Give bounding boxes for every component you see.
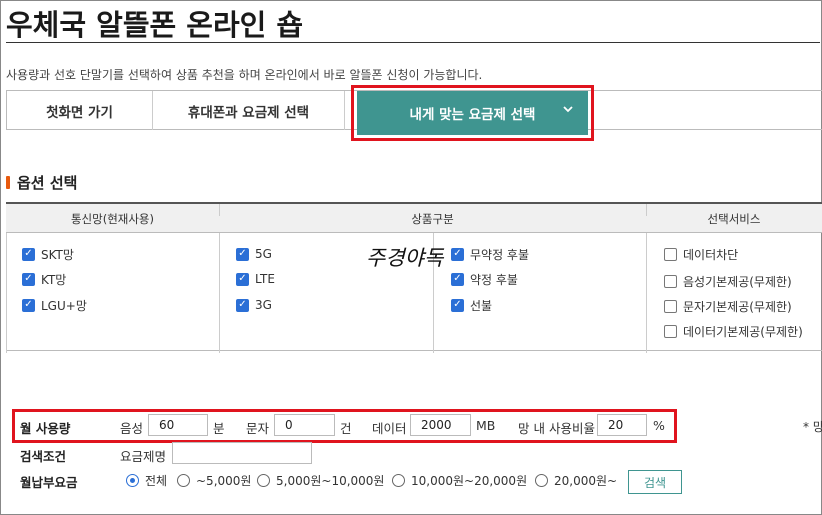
radio-fee-under-5000[interactable]: ~5,000원: [177, 472, 251, 489]
radio-unselected-icon: [257, 474, 270, 487]
sms-input[interactable]: 0: [274, 414, 335, 436]
radio-unselected-icon: [535, 474, 548, 487]
sms-unit: 건: [340, 421, 352, 436]
voice-input[interactable]: 60: [148, 414, 208, 436]
radio-fee-over-20000[interactable]: 20,000원~: [535, 472, 617, 489]
checkbox-checked-icon: ✓: [236, 272, 249, 286]
divider: [646, 204, 647, 216]
checkbox-label: 무약정 후불: [470, 247, 530, 262]
checkbox-checked-icon: ✓: [22, 247, 35, 261]
radio-label: 20,000원~: [554, 474, 618, 488]
checkbox-unchecked-icon: [664, 247, 677, 261]
divider: [219, 233, 220, 353]
data-unit: MB: [476, 418, 496, 433]
title-divider: [6, 42, 820, 43]
checkbox-label: 데이터기본제공(무제한): [683, 324, 803, 339]
tab-recommend-label: 내게 맞는 요금제 선택: [409, 107, 536, 123]
checkbox-checked-icon: ✓: [451, 247, 464, 261]
usage-label: 월 사용량: [20, 421, 71, 436]
page-title: 우체국 알뜰폰 온라인 숍: [6, 8, 304, 42]
radio-unselected-icon: [392, 474, 405, 487]
checkbox-gen-5g[interactable]: ✓ 5G: [236, 246, 272, 262]
plan-name-input[interactable]: [172, 442, 312, 464]
radio-fee-all[interactable]: 전체: [126, 472, 167, 489]
watermark-text: 주경야독: [366, 246, 444, 270]
checkbox-service-voice-unlimited[interactable]: 음성기본제공(무제한): [664, 273, 792, 289]
ratio-label: 망 내 사용비율: [518, 421, 595, 436]
checkbox-label: LGU+망: [41, 298, 87, 313]
checkbox-contract-prepaid[interactable]: ✓ 선불: [451, 297, 492, 313]
header-service: 선택서비스: [707, 211, 761, 226]
intro-text: 사용량과 선호 단말기를 선택하여 상품 추천을 하며 온라인에서 바로 알뜰폰…: [6, 68, 483, 82]
divider: [6, 233, 7, 353]
side-note: * 망: [803, 420, 822, 434]
radio-label: 전체: [145, 474, 168, 488]
data-label: 데이터: [372, 421, 407, 436]
checkbox-label: KT망: [41, 272, 67, 287]
tab-home[interactable]: 첫화면 가기: [6, 91, 153, 130]
checkbox-label: SKT망: [41, 247, 74, 262]
checkbox-service-data-unlimited[interactable]: 데이터기본제공(무제한): [664, 323, 803, 339]
data-input[interactable]: 2000: [410, 414, 471, 436]
checkbox-checked-icon: ✓: [451, 298, 464, 312]
search-button[interactable]: 검색: [628, 470, 682, 494]
checkbox-gen-3g[interactable]: ✓ 3G: [236, 297, 272, 313]
plan-name-label: 요금제명: [120, 449, 167, 464]
search-condition-label: 검색조건: [20, 449, 67, 464]
tab-recommend-highlight: 내게 맞는 요금제 선택: [351, 85, 594, 141]
checkbox-network-skt[interactable]: ✓ SKT망: [22, 246, 74, 262]
checkbox-label: 3G: [255, 298, 272, 312]
header-product-type: 상품구분: [411, 211, 454, 226]
radio-selected-icon: [126, 474, 139, 487]
voice-label: 음성: [120, 421, 144, 436]
voice-unit: 분: [213, 421, 225, 436]
tab-recommend[interactable]: 내게 맞는 요금제 선택: [357, 91, 588, 135]
chevron-down-icon: [562, 103, 574, 119]
checkbox-checked-icon: ✓: [22, 298, 35, 312]
ratio-input[interactable]: 20: [597, 414, 647, 436]
checkbox-checked-icon: ✓: [451, 272, 464, 286]
checkbox-network-kt[interactable]: ✓ KT망: [22, 271, 66, 287]
options-section-title: 옵션 선택: [17, 174, 78, 192]
checkbox-label: 약정 후불: [470, 272, 518, 287]
checkbox-gen-lte[interactable]: ✓ LTE: [236, 271, 275, 287]
checkbox-label: 문자기본제공(무제한): [683, 299, 792, 314]
options-table-header: 통신망(현재사용) 상품구분 선택서비스: [6, 204, 822, 233]
radio-label: 10,000원~20,000원: [411, 474, 528, 488]
checkbox-unchecked-icon: [664, 299, 677, 313]
section-bullet-icon: [6, 176, 10, 189]
divider: [646, 233, 647, 353]
checkbox-network-lgu[interactable]: ✓ LGU+망: [22, 297, 87, 313]
checkbox-label: 5G: [255, 247, 272, 261]
checkbox-checked-icon: ✓: [236, 298, 249, 312]
checkbox-checked-icon: ✓: [236, 247, 249, 261]
monthly-fee-label: 월납부요금: [20, 475, 78, 490]
sms-label: 문자: [246, 421, 270, 436]
checkbox-checked-icon: ✓: [22, 272, 35, 286]
ratio-unit: %: [653, 418, 665, 433]
radio-unselected-icon: [177, 474, 190, 487]
checkbox-service-sms-unlimited[interactable]: 문자기본제공(무제한): [664, 298, 792, 314]
radio-fee-5000-10000[interactable]: 5,000원~10,000원: [257, 472, 384, 489]
checkbox-contract-none[interactable]: ✓ 무약정 후불: [451, 246, 529, 262]
checkbox-label: LTE: [255, 272, 275, 286]
divider: [219, 204, 220, 216]
checkbox-unchecked-icon: [664, 324, 677, 338]
checkbox-label: 선불: [470, 298, 493, 313]
checkbox-service-data-block[interactable]: 데이터차단: [664, 246, 738, 262]
radio-label: 5,000원~10,000원: [276, 474, 385, 488]
radio-label: ~5,000원: [196, 474, 252, 488]
tab-bar: 첫화면 가기 휴대폰과 요금제 선택 내게 맞는 요금제 선택: [6, 85, 822, 141]
radio-fee-10000-20000[interactable]: 10,000원~20,000원: [392, 472, 527, 489]
checkbox-label: 음성기본제공(무제한): [683, 274, 792, 289]
checkbox-contract-postpaid[interactable]: ✓ 약정 후불: [451, 271, 518, 287]
checkbox-label: 데이터차단: [683, 247, 739, 262]
options-section-header: 옵션 선택: [6, 172, 77, 193]
checkbox-unchecked-icon: [664, 274, 677, 288]
tab-phone-plan[interactable]: 휴대폰과 요금제 선택: [153, 91, 345, 130]
header-network: 통신망(현재사용): [70, 211, 155, 226]
